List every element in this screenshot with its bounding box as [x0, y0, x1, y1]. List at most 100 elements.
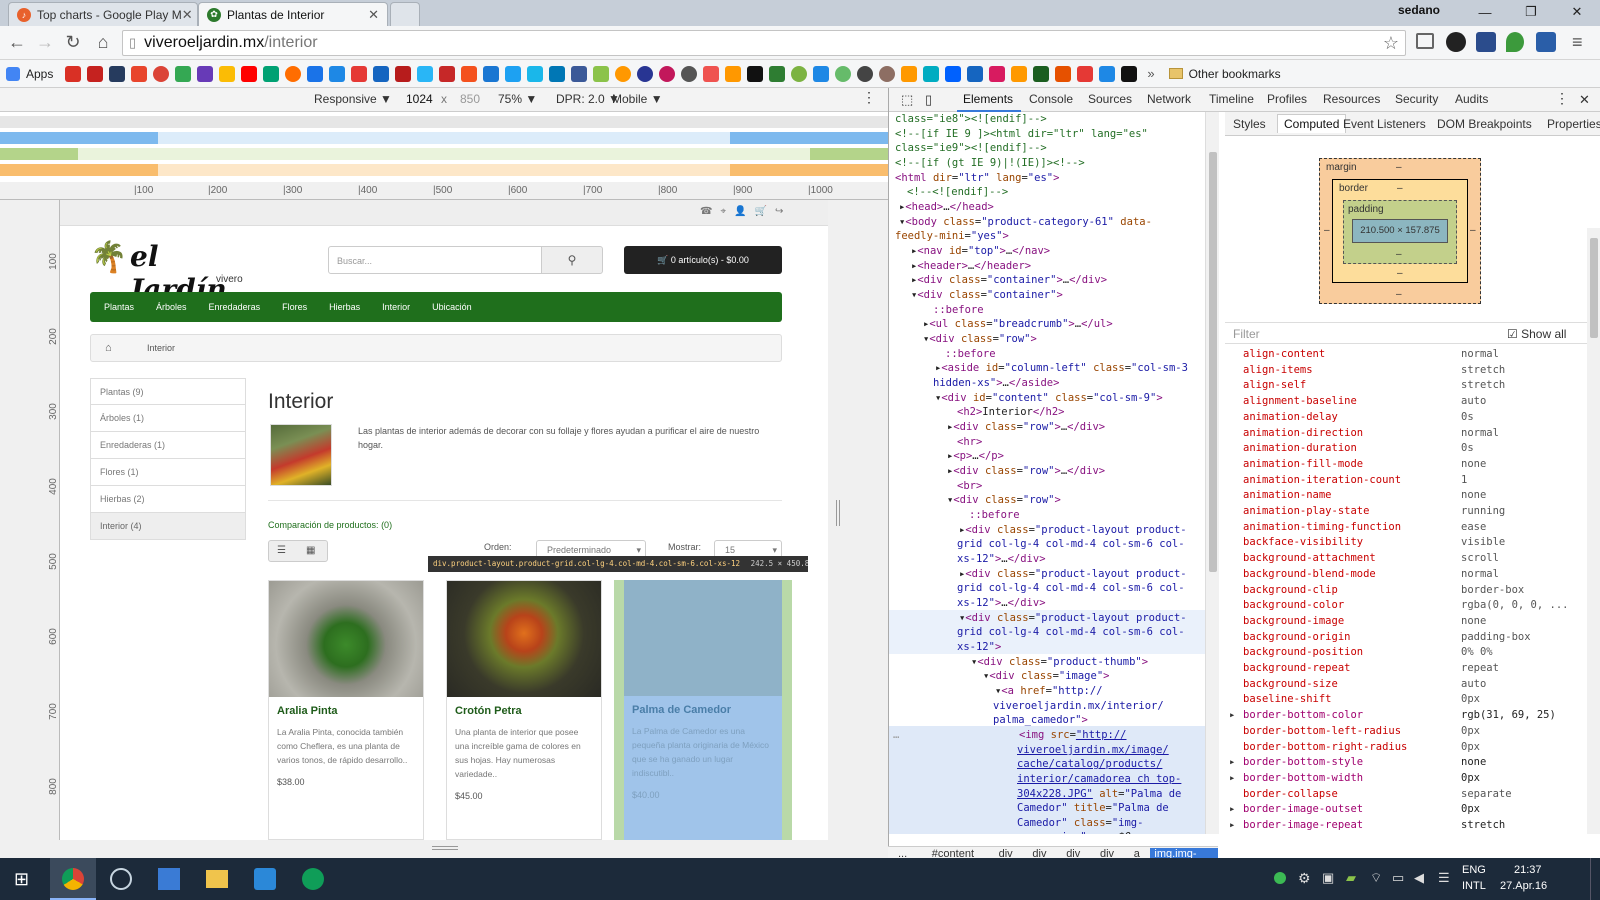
- play-icon[interactable]: [263, 65, 280, 82]
- product-name[interactable]: Crotón Petra: [447, 697, 601, 725]
- width-field[interactable]: 1024: [406, 92, 433, 106]
- vimeo-icon[interactable]: [527, 65, 544, 82]
- new-tab-button[interactable]: [390, 2, 420, 26]
- more-options-icon[interactable]: ⋮: [862, 89, 876, 106]
- dom-line-selected[interactable]: <img src="http://: [1019, 728, 1127, 743]
- home-icon[interactable]: ⌂: [92, 32, 114, 53]
- dom-line-selected[interactable]: cache/catalog/products/: [1017, 757, 1162, 772]
- computed-property-name[interactable]: alignment-baseline: [1243, 395, 1357, 407]
- bookmark-icon[interactable]: [1077, 65, 1094, 82]
- close-icon[interactable]: ✕: [368, 7, 379, 23]
- resize-handle[interactable]: [432, 846, 458, 850]
- menu-item-flores[interactable]: Flores: [282, 302, 307, 312]
- computed-property-name[interactable]: align-items: [1243, 364, 1313, 376]
- dom-line-selected[interactable]: Camedor" class="img-: [1017, 816, 1143, 831]
- overflow-chevron-icon[interactable]: »: [1147, 66, 1154, 81]
- computed-property-name[interactable]: border-collapse: [1243, 788, 1338, 800]
- extension-icon[interactable]: [1476, 32, 1496, 52]
- other-bookmarks[interactable]: Other bookmarks: [1189, 67, 1281, 81]
- google-plus-icon[interactable]: [153, 65, 170, 82]
- tray-icon[interactable]: [1274, 872, 1286, 884]
- dpr-select[interactable]: DPR: 2.0 ▼: [556, 92, 620, 106]
- youtube-icon[interactable]: [241, 65, 258, 82]
- computed-property-name[interactable]: animation-delay: [1243, 411, 1338, 423]
- tab-top-charts[interactable]: ♪ Top charts - Google Play M ✕: [8, 2, 198, 26]
- teamviewer-icon[interactable]: [254, 868, 276, 890]
- dom-line[interactable]: ▸<head>…</head>: [899, 200, 994, 215]
- menu-icon[interactable]: ≡: [1572, 32, 1583, 53]
- computed-property-name[interactable]: border-image-outset: [1243, 803, 1363, 815]
- computed-property-name[interactable]: background-clip: [1243, 584, 1338, 596]
- breadcrumb-item[interactable]: Interior: [147, 343, 175, 353]
- dom-line[interactable]: <!--<![endif]-->: [907, 185, 1008, 200]
- search-input[interactable]: Buscar...: [328, 246, 542, 274]
- computed-property-name[interactable]: background-size: [1243, 678, 1338, 690]
- expand-icon[interactable]: ▸: [1229, 803, 1235, 815]
- more-icon[interactable]: ⋮: [1555, 90, 1569, 107]
- elements-tree[interactable]: class="ie8"><![endif]--> <!--[if IE 9 ]>…: [889, 112, 1219, 834]
- computed-property-name[interactable]: backface-visibility: [1243, 536, 1363, 548]
- dom-line-selected[interactable]: 304x228.JPG" alt="Palma de: [1017, 787, 1181, 802]
- close-window-icon[interactable]: ✕: [1554, 4, 1600, 20]
- inspect-icon[interactable]: ⬚: [901, 92, 913, 108]
- calendar-icon[interactable]: [307, 65, 324, 82]
- bookmark-icon[interactable]: [769, 65, 786, 82]
- tab-network[interactable]: Network: [1147, 92, 1191, 106]
- computed-property-name[interactable]: animation-iteration-count: [1243, 474, 1401, 486]
- dom-line[interactable]: ▾<div class="image">: [983, 669, 1109, 684]
- close-icon[interactable]: ✕: [1579, 92, 1590, 108]
- dom-line-selected[interactable]: interior/camadorea ch top-: [1017, 772, 1181, 787]
- tab-audits[interactable]: Audits: [1455, 92, 1488, 106]
- tab-security[interactable]: Security: [1395, 92, 1438, 106]
- bookmark-apps[interactable]: Apps: [26, 67, 53, 81]
- list-view-icon[interactable]: ☰: [277, 545, 286, 556]
- battery-icon[interactable]: ▭: [1392, 870, 1404, 886]
- dom-line[interactable]: ▸<header>…</header>: [911, 259, 1031, 274]
- computed-property-name[interactable]: background-color: [1243, 599, 1344, 611]
- tab-computed[interactable]: Computed: [1277, 114, 1347, 133]
- bookmark-icon[interactable]: [131, 65, 148, 82]
- menu-item-interior[interactable]: Interior: [382, 302, 410, 312]
- category-item[interactable]: Árboles (1): [90, 405, 246, 432]
- dom-line[interactable]: ▾<div class="row">: [947, 493, 1061, 508]
- dom-line[interactable]: ▾<a href="http://: [995, 684, 1103, 699]
- bookmark-icon[interactable]: [681, 65, 698, 82]
- computed-property-name[interactable]: baseline-shift: [1243, 693, 1332, 705]
- computed-property-name[interactable]: background-position: [1243, 646, 1363, 658]
- dom-line[interactable]: class="ie9"><![endif]-->: [895, 141, 1047, 156]
- show-all-checkbox[interactable]: ☑ Show all: [1507, 327, 1566, 341]
- tab-elements[interactable]: Elements: [963, 92, 1013, 106]
- computed-property-name[interactable]: animation-name: [1243, 489, 1332, 501]
- menu-item-enredaderas[interactable]: Enredaderas: [209, 302, 261, 312]
- dom-line[interactable]: <!--[if IE 9 ]><html dir="ltr" lang="es": [895, 127, 1148, 142]
- bookmark-icon[interactable]: [593, 65, 610, 82]
- category-item-active[interactable]: Interior (4): [90, 513, 246, 540]
- product-card[interactable]: Crotón Petra Una planta de interior que …: [446, 580, 602, 840]
- dom-line[interactable]: ▸<div class="row">…</div>: [947, 420, 1105, 435]
- dom-line[interactable]: ▾<div class="product-thumb">: [971, 655, 1148, 670]
- input-language[interactable]: ENG: [1462, 864, 1486, 876]
- clock-time[interactable]: 21:37: [1514, 864, 1542, 876]
- compare-link[interactable]: Comparación de productos: (0): [268, 520, 392, 530]
- dom-line[interactable]: ▾<div class="container">: [911, 288, 1063, 303]
- computed-property-name[interactable]: background-origin: [1243, 631, 1350, 643]
- height-field[interactable]: 850: [460, 92, 480, 106]
- menu-item-ubicacion[interactable]: Ubicación: [432, 302, 472, 312]
- device-mode-icon[interactable]: ▯: [925, 92, 932, 108]
- bookmark-icon[interactable]: [1055, 65, 1072, 82]
- scrollbar-thumb[interactable]: [1209, 152, 1217, 572]
- computed-property-name[interactable]: border-bottom-style: [1243, 756, 1363, 768]
- dropbox-icon[interactable]: [945, 65, 962, 82]
- back-icon[interactable]: ←: [6, 32, 28, 53]
- raspberry-icon[interactable]: [659, 65, 676, 82]
- bookmark-icon[interactable]: [1121, 65, 1138, 82]
- computed-property-name[interactable]: align-self: [1243, 379, 1306, 391]
- dom-line[interactable]: <!--[if (gt IE 9)|!(IE)]><!-->: [895, 156, 1085, 171]
- bookmark-icon[interactable]: [1033, 65, 1050, 82]
- dom-line[interactable]: class="ie8"><![endif]-->: [895, 112, 1047, 127]
- dom-line[interactable]: ::before: [969, 508, 1020, 523]
- device-select[interactable]: Responsive ▼: [314, 92, 392, 106]
- tab-sources[interactable]: Sources: [1088, 92, 1132, 106]
- computed-property-name[interactable]: animation-direction: [1243, 427, 1363, 439]
- dom-line[interactable]: feedly-mini="yes">: [895, 229, 1009, 244]
